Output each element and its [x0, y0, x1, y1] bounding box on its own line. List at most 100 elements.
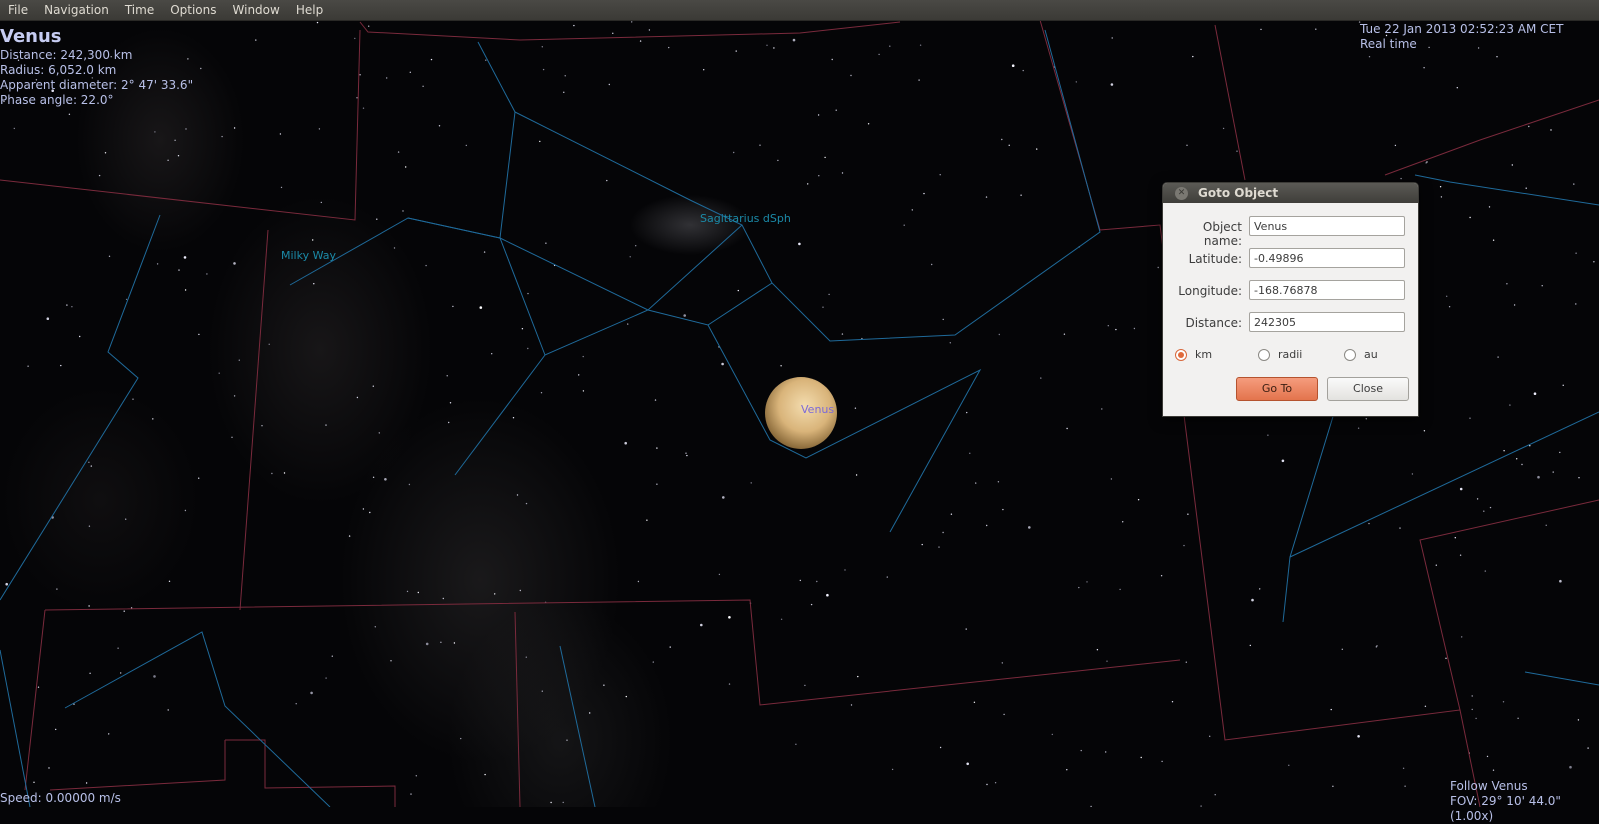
star	[854, 407, 857, 409]
star	[521, 328, 524, 330]
star	[1575, 252, 1577, 254]
star	[46, 317, 50, 321]
star	[1404, 785, 1406, 787]
star	[1440, 196, 1443, 198]
star	[152, 418, 154, 420]
star	[206, 273, 208, 275]
star	[283, 472, 286, 474]
star	[1186, 144, 1188, 146]
star	[1260, 28, 1262, 31]
star	[1471, 708, 1473, 711]
constellation-line	[0, 214, 161, 601]
close-icon[interactable]: ✕	[1175, 186, 1188, 200]
star	[125, 518, 127, 520]
star	[60, 364, 62, 367]
star	[737, 289, 739, 292]
go-to-button[interactable]: Go To	[1236, 377, 1318, 401]
star	[1541, 285, 1543, 287]
star	[268, 343, 270, 345]
star	[1036, 148, 1038, 150]
star	[200, 67, 202, 70]
boundary-line	[44, 599, 1181, 706]
object-name-label: Object name:	[1202, 220, 1242, 248]
menu-file[interactable]: File	[0, 0, 36, 20]
menu-navigation[interactable]: Navigation	[36, 0, 117, 20]
constellation-line	[707, 324, 982, 533]
constellation-line	[1524, 671, 1599, 686]
star	[1525, 187, 1527, 189]
star	[1222, 127, 1225, 130]
star	[519, 589, 521, 592]
star	[1161, 760, 1163, 763]
star	[1122, 521, 1124, 523]
star	[1516, 458, 1518, 460]
star	[318, 128, 321, 130]
star	[550, 801, 552, 804]
object-distance: Distance: 242,300 km	[0, 48, 133, 62]
star	[525, 656, 527, 658]
star	[1402, 767, 1405, 769]
time-mode: Real time	[1360, 37, 1417, 51]
star	[1376, 645, 1378, 647]
star	[1288, 764, 1290, 766]
star	[966, 762, 969, 766]
star	[1368, 56, 1371, 58]
star	[368, 25, 370, 27]
star	[88, 461, 90, 463]
star	[440, 641, 442, 643]
star	[539, 140, 541, 143]
star	[425, 264, 427, 267]
object-name-input[interactable]	[1249, 216, 1405, 236]
unit-km-radio[interactable]: km	[1175, 348, 1212, 361]
distance-input[interactable]	[1249, 312, 1405, 332]
boundary-line	[1214, 24, 1246, 181]
latitude-input[interactable]	[1249, 248, 1405, 268]
star	[939, 746, 942, 749]
star	[629, 256, 631, 258]
star	[1496, 56, 1498, 58]
star	[918, 79, 920, 81]
unit-radio-group: km radii au	[1163, 348, 1418, 366]
venus-label[interactable]: Venus	[801, 403, 834, 416]
star	[931, 263, 933, 266]
star	[271, 472, 273, 475]
star	[608, 83, 610, 86]
close-button[interactable]: Close	[1327, 377, 1409, 401]
menu-help[interactable]: Help	[288, 0, 331, 20]
star	[33, 781, 35, 783]
star	[828, 293, 830, 296]
menu-options[interactable]: Options	[162, 0, 224, 20]
menu-time[interactable]: Time	[117, 0, 162, 20]
star	[1587, 747, 1589, 749]
dialog-titlebar[interactable]: ✕ Goto Object	[1163, 183, 1418, 203]
object-name: Venus	[0, 26, 62, 47]
star	[1423, 430, 1426, 432]
star	[1332, 785, 1334, 787]
star	[1488, 206, 1491, 208]
star	[153, 675, 156, 678]
star	[465, 144, 467, 147]
longitude-input[interactable]	[1249, 280, 1405, 300]
unit-radii-radio[interactable]: radii	[1258, 348, 1302, 361]
star	[369, 511, 371, 514]
star	[1446, 295, 1448, 297]
star	[831, 58, 833, 61]
star	[857, 675, 859, 678]
sagittarius-label: Sagittarius dSph	[700, 212, 791, 225]
star	[835, 109, 837, 111]
menu-window[interactable]: Window	[225, 0, 288, 20]
star	[1236, 150, 1238, 152]
star	[668, 46, 670, 49]
star	[1066, 427, 1068, 430]
star	[1183, 544, 1185, 547]
star	[542, 68, 545, 71]
star	[1101, 408, 1103, 410]
star	[362, 107, 365, 109]
star	[589, 712, 591, 714]
unit-au-radio[interactable]: au	[1344, 348, 1378, 361]
star	[1448, 306, 1451, 308]
star	[1569, 765, 1572, 769]
star	[1119, 588, 1121, 591]
star	[541, 46, 543, 48]
star	[942, 318, 944, 321]
